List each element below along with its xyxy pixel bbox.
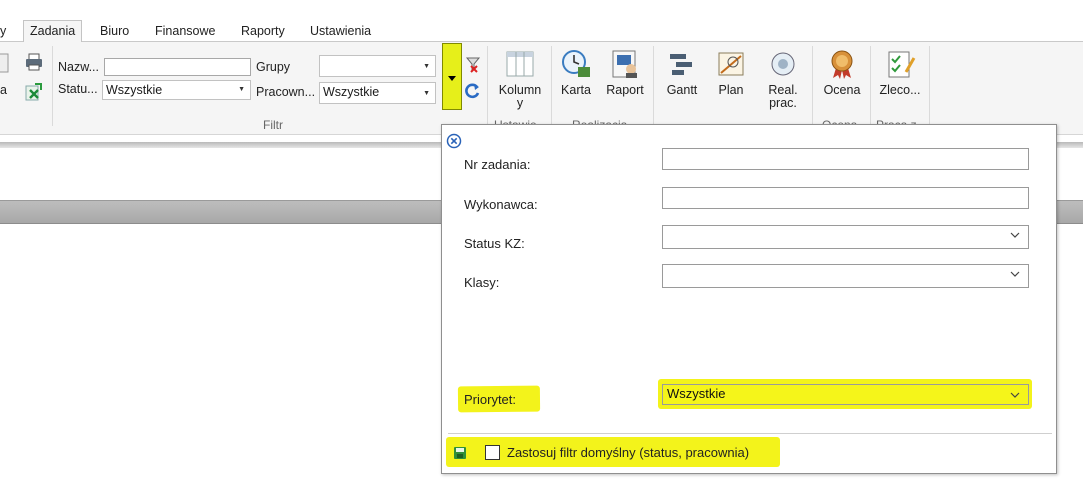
tab-ustawienia[interactable]: Ustawienia bbox=[310, 22, 371, 42]
ribbon-tabbar: y Zadania Biuro Finansowe Raporty Ustawi… bbox=[0, 18, 1083, 43]
report-button-label: Raport bbox=[606, 83, 644, 97]
order-button-label: Zleco... bbox=[879, 83, 921, 97]
group-separator bbox=[487, 46, 488, 126]
partial-button-label[interactable]: a bbox=[0, 83, 7, 97]
status-filter-value: Wszystkie bbox=[106, 83, 163, 97]
chevron-down-icon bbox=[1010, 232, 1020, 238]
columns-icon bbox=[506, 51, 534, 77]
close-circle-icon[interactable] bbox=[446, 133, 462, 149]
checklist-icon bbox=[888, 51, 916, 78]
status-kz-label: Status KZ: bbox=[464, 236, 525, 251]
printer-icon[interactable] bbox=[24, 52, 44, 72]
dropdown-arrow-icon: ▼ bbox=[423, 63, 430, 70]
executor-input[interactable] bbox=[662, 187, 1029, 209]
rating-button[interactable]: Ocena bbox=[818, 48, 866, 97]
task-number-label: Nr zadania: bbox=[464, 157, 531, 172]
groups-filter-label: Grupy bbox=[256, 60, 291, 74]
filter-group-label: Filtr bbox=[263, 118, 283, 132]
groups-filter-select[interactable]: ▼ bbox=[319, 55, 436, 77]
plan-button[interactable]: Plan bbox=[711, 48, 751, 97]
gantt-icon bbox=[670, 54, 692, 75]
plan-button-label: Plan bbox=[718, 83, 744, 97]
executor-label: Wykonawca: bbox=[464, 197, 538, 212]
status-filter-select[interactable]: Wszystkie ▼ bbox=[102, 80, 251, 100]
workshop-filter-label: Pracown... bbox=[256, 85, 316, 99]
report-user-icon bbox=[612, 50, 637, 78]
card-button-label: Karta bbox=[561, 83, 591, 97]
save-disk-icon[interactable] bbox=[453, 446, 467, 460]
report-button[interactable]: Raport bbox=[603, 48, 647, 97]
group-separator bbox=[812, 46, 813, 126]
priority-select[interactable]: Wszystkie bbox=[662, 384, 1029, 405]
tab-partial[interactable]: y bbox=[0, 22, 6, 42]
chevron-down-icon bbox=[1010, 271, 1020, 277]
tab-finansowe[interactable]: Finansowe bbox=[155, 22, 215, 42]
default-filter-label: Zastosuj filtr domyślny (status, pracown… bbox=[507, 445, 750, 460]
name-filter-input[interactable] bbox=[104, 58, 251, 76]
real-work-button[interactable]: Real. prac. bbox=[762, 48, 804, 110]
partial-icon bbox=[0, 53, 9, 73]
group-separator bbox=[870, 46, 871, 126]
rating-button-label: Ocena bbox=[823, 83, 861, 97]
medal-icon bbox=[831, 50, 853, 79]
real-work-icon bbox=[771, 52, 795, 76]
group-separator bbox=[52, 46, 53, 126]
order-button[interactable]: Zleco... bbox=[876, 48, 924, 97]
popup-footer-divider bbox=[448, 433, 1052, 434]
plan-icon bbox=[718, 52, 744, 76]
classes-label: Klasy: bbox=[464, 275, 500, 290]
task-number-input[interactable] bbox=[662, 148, 1029, 170]
group-separator bbox=[551, 46, 552, 126]
name-filter-label: Nazw... bbox=[58, 60, 99, 74]
card-button[interactable]: Karta bbox=[556, 48, 596, 97]
advanced-filter-dropdown-button[interactable] bbox=[442, 43, 462, 110]
excel-export-icon[interactable] bbox=[24, 82, 44, 102]
classes-select[interactable] bbox=[662, 264, 1029, 288]
real-work-label-line2: prac. bbox=[769, 96, 797, 110]
status-filter-label: Statu... bbox=[58, 82, 98, 96]
group-separator bbox=[653, 46, 654, 126]
group-separator bbox=[929, 46, 930, 126]
filter-clear-icon[interactable] bbox=[465, 56, 481, 74]
dropdown-arrow-icon: ▼ bbox=[423, 90, 430, 97]
dropdown-arrow-icon bbox=[448, 76, 456, 81]
workshop-filter-select[interactable]: Wszystkie ▼ bbox=[319, 82, 436, 104]
gantt-button-label: Gantt bbox=[666, 83, 698, 97]
chevron-down-icon bbox=[1010, 392, 1020, 398]
status-kz-select[interactable] bbox=[662, 225, 1029, 249]
workshop-filter-value: Wszystkie bbox=[323, 85, 380, 99]
priority-value: Wszystkie bbox=[667, 386, 726, 401]
tab-raporty[interactable]: Raporty bbox=[241, 22, 285, 42]
refresh-icon[interactable] bbox=[465, 82, 481, 100]
dropdown-arrow-icon: ▼ bbox=[238, 86, 245, 93]
columns-button[interactable]: Kolumn y bbox=[494, 48, 546, 110]
columns-button-label: Kolumn y bbox=[498, 83, 542, 110]
card-clock-icon bbox=[562, 50, 590, 77]
advanced-filter-popup: Nr zadania: Wykonawca: Status KZ: Klasy:… bbox=[441, 124, 1057, 474]
priority-label: Priorytet: bbox=[464, 392, 517, 407]
default-filter-checkbox[interactable] bbox=[485, 445, 500, 460]
ribbon: a Nazw... Statu... Wszystkie ▼ Grupy ▼ P… bbox=[0, 42, 1083, 135]
tab-zadania[interactable]: Zadania bbox=[23, 20, 83, 43]
gantt-button[interactable]: Gantt bbox=[660, 48, 704, 97]
tab-biuro[interactable]: Biuro bbox=[100, 22, 129, 42]
